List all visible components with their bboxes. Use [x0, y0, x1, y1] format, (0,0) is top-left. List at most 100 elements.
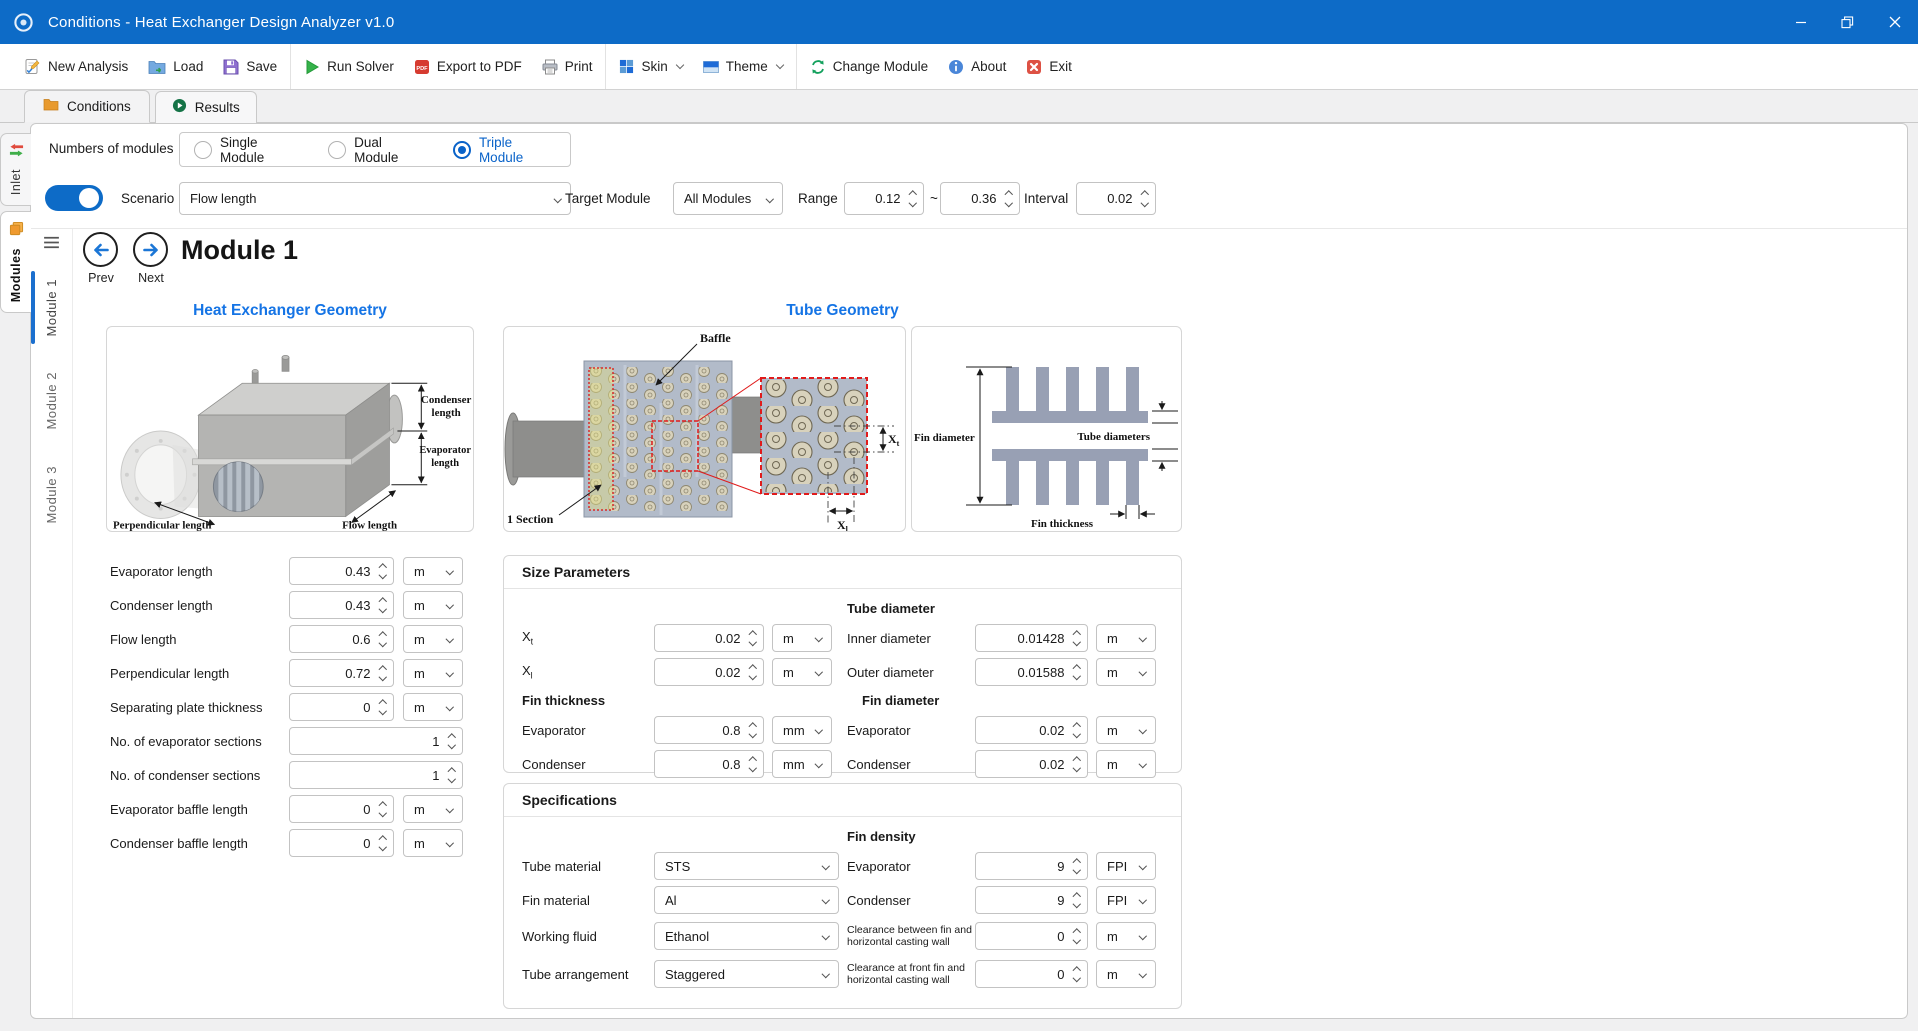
condenser-baffle-length-spinner[interactable]: 0	[289, 829, 394, 857]
scenario-toggle[interactable]	[45, 185, 103, 211]
separating-plate-thickness-spinner[interactable]: 0	[289, 693, 394, 721]
prev-button[interactable]	[83, 232, 118, 267]
unit-select[interactable]: m	[1096, 716, 1156, 744]
skin-menu-button[interactable]: Skin	[609, 44, 692, 89]
theme-menu-button[interactable]: Theme	[693, 44, 793, 89]
change-module-button[interactable]: Change Module	[800, 44, 938, 89]
spinner-arrows[interactable]	[1142, 192, 1148, 205]
tube-material-select[interactable]: STS	[654, 852, 839, 880]
unit-select[interactable]: m	[1096, 658, 1156, 686]
radio-icon[interactable]	[328, 141, 346, 159]
tab-results[interactable]: Results	[155, 91, 257, 123]
fin-diameter-condenser-spinner[interactable]: 0.02	[975, 750, 1088, 778]
unit-select[interactable]: FPI	[1096, 886, 1156, 914]
sidebar-tab-modules[interactable]: Modules	[0, 211, 31, 313]
clearance-front-spinner[interactable]: 0	[975, 960, 1088, 988]
evaporator-baffle-length-spinner[interactable]: 0	[289, 795, 394, 823]
spinner-arrows[interactable]	[1074, 894, 1080, 907]
save-button[interactable]: Save	[213, 44, 287, 89]
spinner-arrows[interactable]	[1074, 632, 1080, 645]
unit-select[interactable]: m	[403, 795, 463, 823]
chevron-down-icon[interactable]	[378, 673, 386, 681]
chevron-down-icon[interactable]	[447, 775, 455, 783]
unit-select[interactable]: m	[1096, 624, 1156, 652]
chevron-down-icon[interactable]	[447, 741, 455, 749]
spinner-arrows[interactable]	[1074, 930, 1080, 943]
new-analysis-button[interactable]: New Analysis	[14, 44, 138, 89]
chevron-down-icon[interactable]	[1072, 936, 1080, 944]
xt-spinner[interactable]: 0.02	[654, 624, 764, 652]
exit-button[interactable]: Exit	[1016, 44, 1082, 89]
outer-diameter-spinner[interactable]: 0.01588	[975, 658, 1088, 686]
evaporator-sections-spinner[interactable]: 1	[289, 727, 463, 755]
unit-select[interactable]: m	[403, 557, 463, 585]
spinner-arrows[interactable]	[380, 667, 386, 680]
about-button[interactable]: About	[938, 44, 1016, 89]
tube-arrangement-select[interactable]: Staggered	[654, 960, 839, 988]
menu-icon[interactable]	[42, 235, 61, 255]
perpendicular-length-spinner[interactable]: 0.72	[289, 659, 394, 687]
unit-select[interactable]: FPI	[1096, 852, 1156, 880]
chevron-down-icon[interactable]	[748, 672, 756, 680]
scenario-select[interactable]: Flow length	[179, 182, 571, 215]
unit-select[interactable]: m	[1096, 922, 1156, 950]
chevron-down-icon[interactable]	[1072, 866, 1080, 874]
chevron-down-icon[interactable]	[378, 707, 386, 715]
radio-dual-module[interactable]: Dual Module	[328, 135, 426, 165]
spinner-arrows[interactable]	[449, 735, 455, 748]
fin-density-evaporator-spinner[interactable]: 9	[975, 852, 1088, 880]
spinner-arrows[interactable]	[449, 769, 455, 782]
xl-spinner[interactable]: 0.02	[654, 658, 764, 686]
spinner-arrows[interactable]	[380, 633, 386, 646]
sidebar-tab-inlet[interactable]: Inlet	[0, 133, 31, 206]
spinner-arrows[interactable]	[380, 599, 386, 612]
spinner-arrows[interactable]	[750, 758, 756, 771]
chevron-down-icon[interactable]	[1072, 730, 1080, 738]
spinner-arrows[interactable]	[750, 724, 756, 737]
unit-select[interactable]: m	[1096, 750, 1156, 778]
unit-select[interactable]: m	[403, 659, 463, 687]
range-to-spinner[interactable]: 0.36	[940, 182, 1020, 215]
maximize-button[interactable]	[1824, 0, 1871, 44]
spinner-arrows[interactable]	[750, 666, 756, 679]
chevron-down-icon[interactable]	[748, 638, 756, 646]
evaporator-length-spinner[interactable]: 0.43	[289, 557, 394, 585]
radio-triple-module[interactable]: Triple Module	[453, 135, 556, 165]
chevron-down-icon[interactable]	[748, 764, 756, 772]
tab-conditions[interactable]: Conditions	[24, 90, 150, 123]
chevron-down-icon[interactable]	[1072, 764, 1080, 772]
spinner-arrows[interactable]	[380, 701, 386, 714]
module-tab-1[interactable]: Module 1	[31, 267, 72, 348]
run-solver-button[interactable]: Run Solver	[294, 44, 404, 89]
range-from-spinner[interactable]: 0.12	[844, 182, 924, 215]
print-button[interactable]: Print	[532, 44, 603, 89]
spinner-arrows[interactable]	[910, 192, 916, 205]
chevron-down-icon[interactable]	[378, 809, 386, 817]
spinner-arrows[interactable]	[1074, 724, 1080, 737]
unit-select[interactable]: m	[403, 829, 463, 857]
flow-length-spinner[interactable]: 0.6	[289, 625, 394, 653]
unit-select[interactable]: m	[1096, 960, 1156, 988]
load-button[interactable]: Load	[138, 44, 213, 89]
unit-select[interactable]: m	[772, 658, 832, 686]
unit-select[interactable]: m	[403, 625, 463, 653]
chevron-down-icon[interactable]	[378, 843, 386, 851]
export-pdf-button[interactable]: PDF Export to PDF	[404, 44, 532, 89]
radio-single-module[interactable]: Single Module	[194, 135, 301, 165]
chevron-down-icon[interactable]	[1140, 198, 1148, 206]
interval-spinner[interactable]: 0.02	[1076, 182, 1156, 215]
unit-select[interactable]: mm	[772, 716, 832, 744]
unit-select[interactable]: m	[403, 693, 463, 721]
next-button[interactable]	[133, 232, 168, 267]
spinner-arrows[interactable]	[380, 837, 386, 850]
spinner-arrows[interactable]	[380, 803, 386, 816]
unit-select[interactable]: m	[772, 624, 832, 652]
target-module-select[interactable]: All Modules	[673, 182, 783, 215]
spinner-arrows[interactable]	[1074, 968, 1080, 981]
chevron-down-icon[interactable]	[1072, 672, 1080, 680]
working-fluid-select[interactable]: Ethanol	[654, 922, 839, 950]
spinner-arrows[interactable]	[1074, 860, 1080, 873]
chevron-down-icon[interactable]	[1004, 198, 1012, 206]
module-tab-2[interactable]: Module 2	[31, 360, 72, 441]
chevron-down-icon[interactable]	[748, 730, 756, 738]
